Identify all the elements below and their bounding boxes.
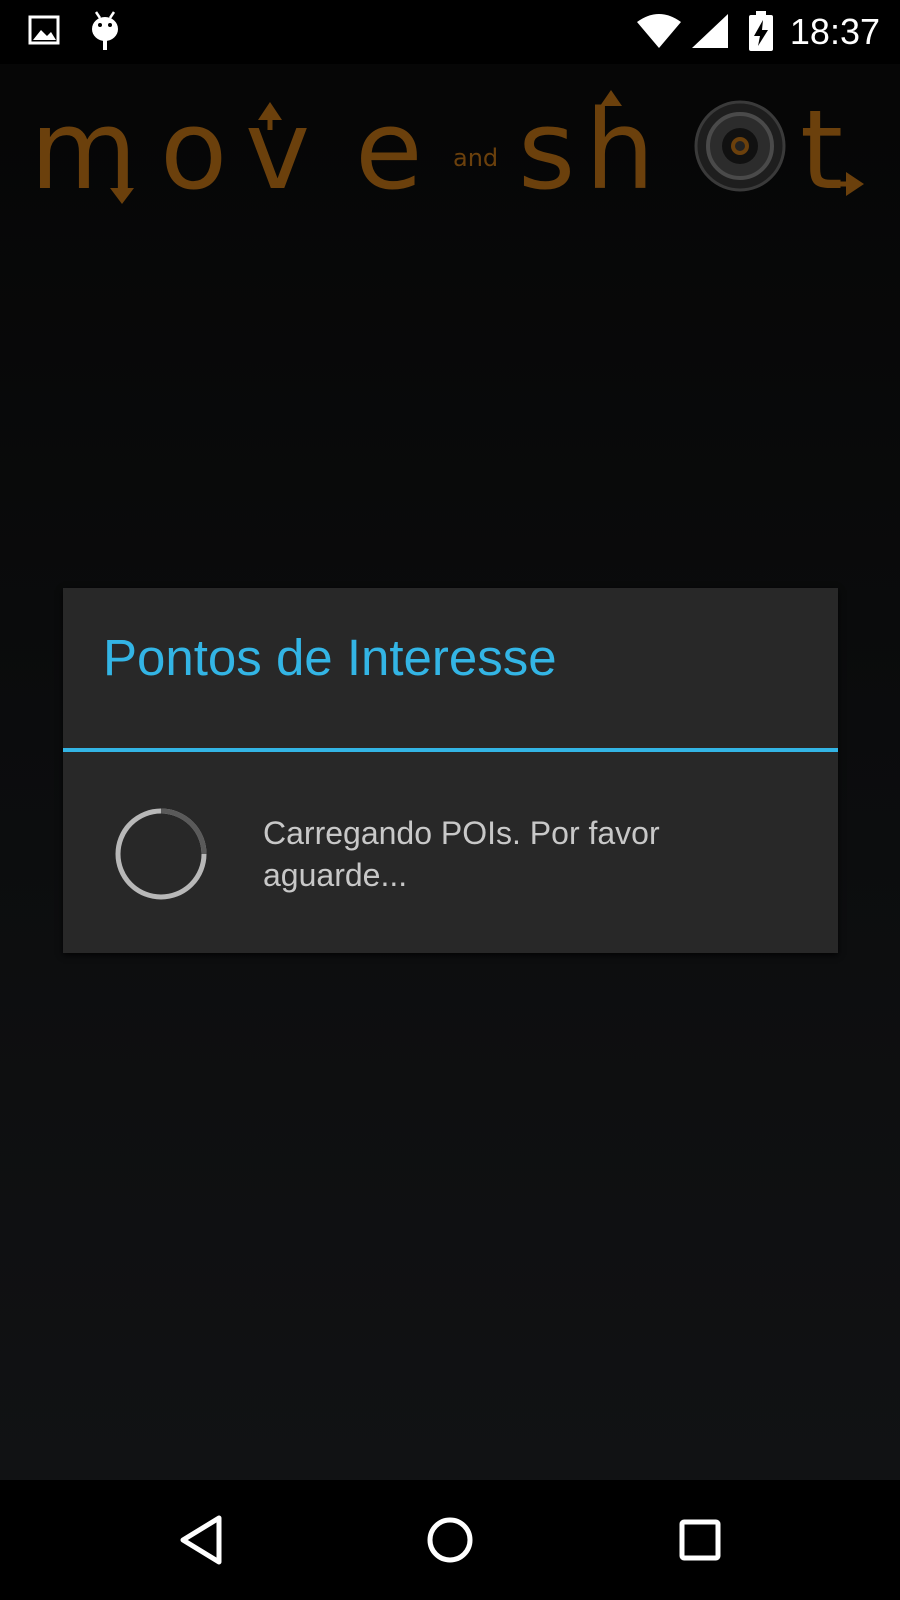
progress-dialog: Pontos de Interesse Carregando POIs. Por… <box>63 588 838 953</box>
android-debug-icon <box>88 10 122 59</box>
wifi-icon <box>636 12 682 55</box>
dialog-message: Carregando POIs. Por favor aguarde... <box>263 815 660 893</box>
recents-button[interactable] <box>650 1500 750 1580</box>
navigation-bar <box>0 1480 900 1600</box>
logo-letter-s: s <box>518 86 575 214</box>
logo-letter-t: t <box>800 86 843 214</box>
battery-charging-icon <box>748 10 774 57</box>
back-button[interactable] <box>151 1500 251 1580</box>
logo-letter-v: v <box>245 86 310 214</box>
cell-signal-icon <box>690 12 730 55</box>
logo-connector: and <box>453 144 498 172</box>
image-notification-icon <box>28 14 62 53</box>
recents-icon <box>679 1519 721 1561</box>
status-bar: 18:37 <box>0 0 900 64</box>
back-icon <box>180 1515 222 1565</box>
loading-spinner-icon <box>115 808 207 900</box>
app-screen: 18:37 m o v e and s h t Pontos de Intere… <box>0 0 900 1600</box>
move-and-shot-logo: m o v e and s h t <box>30 86 864 214</box>
logo-letter-o: o <box>160 86 227 214</box>
home-button[interactable] <box>400 1500 500 1580</box>
dialog-divider <box>63 748 838 752</box>
dialog-title: Pontos de Interesse <box>103 629 557 686</box>
home-icon <box>427 1517 473 1563</box>
logo-letter-e: e <box>355 86 423 214</box>
app-logo: m o v e and s h t <box>0 80 900 220</box>
status-time: 18:37 <box>789 11 880 52</box>
camera-lens-icon <box>694 100 786 192</box>
